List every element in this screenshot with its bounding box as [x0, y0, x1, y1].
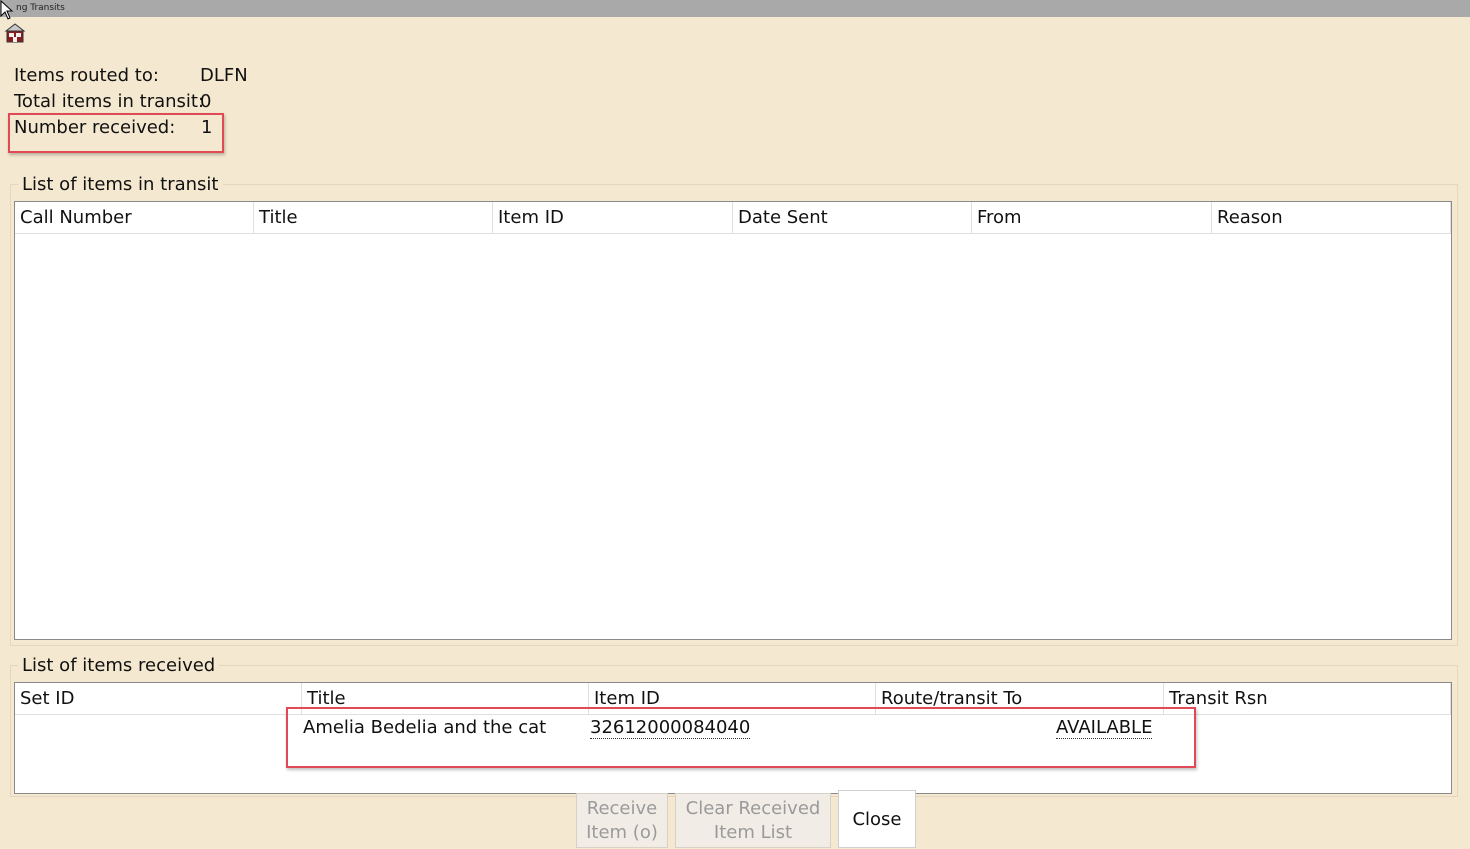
received-table-header: Set ID Title Item ID Route/transit To Tr… [15, 683, 1451, 715]
column-header-route-transit-to[interactable]: Route/transit To [876, 683, 1164, 715]
clear-received-label-line1: Clear Received [685, 798, 821, 819]
app-icon [4, 23, 26, 43]
receive-item-label-line2: Item (o) [586, 822, 658, 843]
receive-item-label-line1: Receive [586, 798, 658, 819]
total-in-transit-label: Total items in transit: [14, 91, 205, 112]
transit-group-label: List of items in transit [18, 174, 223, 195]
receive-item-button[interactable]: Receive Item (o) [576, 793, 668, 848]
column-header-call-number[interactable]: Call Number [15, 202, 254, 234]
received-group-label: List of items received [18, 655, 220, 676]
received-title-cell: Amelia Bedelia and the cat [303, 717, 547, 738]
table-row[interactable]: Amelia Bedelia and the cat 3261200008404… [15, 717, 1451, 743]
total-in-transit-row: Total items in transit: 0 [14, 91, 211, 113]
number-received-value: 1 [201, 117, 213, 138]
mouse-cursor-icon [0, 0, 14, 20]
column-header-transit-rsn[interactable]: Transit Rsn [1164, 683, 1451, 715]
received-route-to-cell[interactable]: AVAILABLE [1056, 717, 1153, 739]
window-title: ng Transits [16, 3, 65, 13]
column-header-reason[interactable]: Reason [1212, 202, 1451, 234]
column-header-item-id[interactable]: Item ID [493, 202, 733, 234]
clear-received-list-button[interactable]: Clear Received Item List [675, 793, 831, 848]
transit-table-header: Call Number Title Item ID Date Sent From… [15, 202, 1451, 234]
column-header-from[interactable]: From [972, 202, 1212, 234]
column-header-date-sent[interactable]: Date Sent [733, 202, 972, 234]
items-routed-value: DLFN [200, 65, 248, 86]
column-header-title[interactable]: Title [302, 683, 589, 715]
window-titlebar: ng Transits [0, 0, 1470, 17]
transit-items-table[interactable]: Call Number Title Item ID Date Sent From… [14, 201, 1452, 640]
column-header-title[interactable]: Title [254, 202, 493, 234]
number-received-label: Number received: [14, 117, 176, 138]
close-button[interactable]: Close [838, 790, 916, 848]
items-routed-row: Items routed to: DLFN [14, 65, 248, 87]
clear-received-label-line2: Item List [713, 822, 793, 843]
number-received-row: Number received: 1 [14, 117, 212, 139]
total-in-transit-value: 0 [200, 91, 212, 112]
items-routed-label: Items routed to: [14, 65, 159, 86]
column-header-item-id[interactable]: Item ID [589, 683, 876, 715]
received-item-id-cell[interactable]: 32612000084040 [590, 717, 751, 739]
column-header-set-id[interactable]: Set ID [15, 683, 302, 715]
received-items-table[interactable]: Set ID Title Item ID Route/transit To Tr… [14, 682, 1452, 794]
